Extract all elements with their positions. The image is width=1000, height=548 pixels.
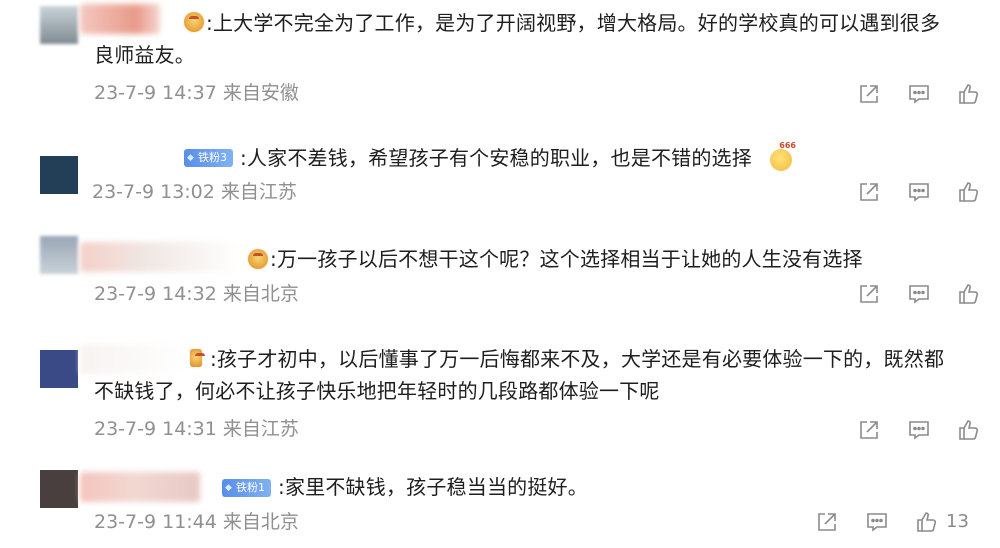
like-count: 13: [946, 511, 969, 532]
comment-meta: 23-7-9 14:31 来自江苏: [94, 416, 299, 442]
comment-time: 23-7-9 14:32: [94, 283, 217, 305]
thumbs-up-icon[interactable]: [956, 179, 984, 205]
comment-icon[interactable]: [906, 417, 934, 443]
comment-location: 来自江苏: [222, 418, 299, 440]
comment-text-cont: 不缺钱了，何必不让孩子快乐地把年轻时的几段路都体验一下呢: [94, 379, 660, 403]
username-redacted[interactable]: [80, 344, 190, 374]
share-icon[interactable]: [856, 81, 884, 107]
comment-text: :孩子才初中，以后懂事了万一后悔都来不及，大学还是有必要体验一下的，既然都: [210, 347, 945, 371]
fan-level-badge: 铁粉1: [222, 479, 271, 497]
fan-level-badge: 铁粉3: [184, 149, 233, 167]
share-icon[interactable]: [856, 281, 884, 307]
share-icon[interactable]: [856, 417, 884, 443]
comment-time: 23-7-9 11:44: [94, 511, 217, 533]
comment-icon[interactable]: [906, 281, 934, 307]
comment-location: 来自北京: [222, 283, 299, 305]
username-redacted[interactable]: [80, 242, 240, 272]
share-icon[interactable]: [814, 509, 842, 535]
fan-small-icon: [190, 349, 205, 367]
comment-text: :家里不缺钱，孩子稳当当的挺好。: [278, 475, 588, 499]
comment-time: 23-7-9 14:37: [94, 82, 217, 104]
avatar[interactable]: [40, 350, 78, 388]
vip-crown-icon: [248, 249, 268, 269]
comment-time: 23-7-9 13:02: [92, 181, 215, 203]
comment-text: :上大学不完全为了工作，是为了开阔视野，增大格局。好的学校真的可以遇到很多: [206, 11, 941, 35]
comment-location: 来自安徽: [222, 82, 299, 104]
emoji-666-icon: [770, 141, 796, 171]
comment-meta: 23-7-9 14:32 来自北京: [94, 281, 299, 307]
comment-location: 来自北京: [222, 511, 299, 533]
comment-time: 23-7-9 14:31: [94, 418, 217, 440]
comment-text: :人家不差钱，希望孩子有个安稳的职业，也是不错的选择: [240, 146, 752, 170]
comment-icon[interactable]: [906, 179, 934, 205]
avatar[interactable]: [40, 236, 78, 274]
comment-meta: 23-7-9 11:44 来自北京: [94, 509, 299, 535]
username-redacted[interactable]: [80, 4, 160, 34]
share-icon[interactable]: [856, 179, 884, 205]
username-redacted[interactable]: [80, 472, 200, 502]
avatar[interactable]: [40, 6, 78, 44]
thumbs-up-icon[interactable]: [956, 281, 984, 307]
comment-text: :万一孩子以后不想干这个呢？这个选择相当于让她的人生没有选择: [270, 247, 863, 271]
comment-meta: 23-7-9 14:37 来自安徽: [94, 80, 299, 106]
thumbs-up-icon[interactable]: [914, 509, 942, 535]
comment-meta: 23-7-9 13:02 来自江苏: [92, 179, 297, 205]
comment-location: 来自江苏: [220, 181, 297, 203]
avatar[interactable]: [40, 470, 78, 508]
comment-text-cont: 良师益友。: [94, 43, 195, 67]
comment-icon[interactable]: [864, 509, 892, 535]
vip-crown-icon: [184, 12, 204, 32]
thumbs-up-icon[interactable]: [956, 81, 984, 107]
comment-icon[interactable]: [906, 81, 934, 107]
thumbs-up-icon[interactable]: [956, 417, 984, 443]
avatar[interactable]: [40, 156, 78, 194]
